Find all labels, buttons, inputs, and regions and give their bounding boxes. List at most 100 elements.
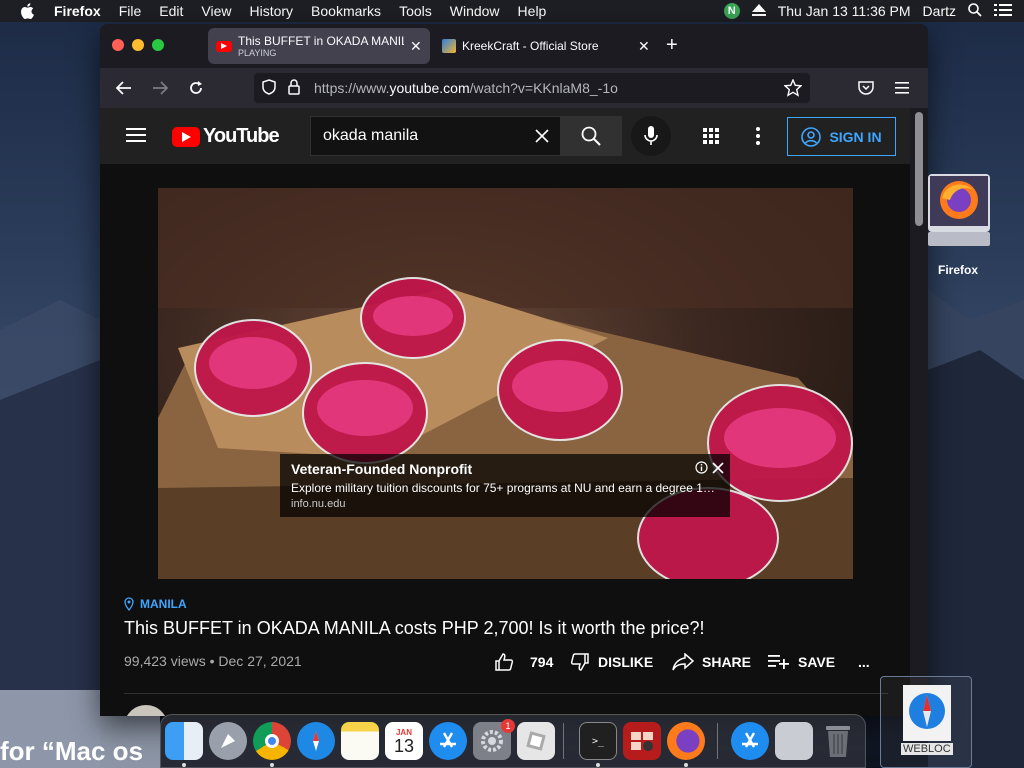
youtube-logo[interactable]: YouTube <box>172 125 280 148</box>
tab-kreekcraft[interactable]: KreekCraft - Official Store ✕ <box>432 28 654 64</box>
dislike-button[interactable]: DISLIKE <box>570 648 653 676</box>
firefox-running-dot <box>684 763 688 767</box>
share-arrow-icon <box>672 653 694 671</box>
safari-icon[interactable] <box>297 722 335 760</box>
pocket-icon[interactable] <box>856 78 876 98</box>
apple-menu-icon[interactable] <box>20 3 40 19</box>
voice-search-button[interactable] <box>631 116 671 156</box>
menu-file[interactable]: File <box>119 3 142 19</box>
youtube-favicon-icon <box>216 40 232 52</box>
upload-date: Dec 27, 2021 <box>218 653 302 669</box>
location-tag-label: MANILA <box>140 597 187 611</box>
search-input[interactable]: okada manila <box>310 116 560 156</box>
tab-youtube[interactable]: This BUFFET in OKADA MANILA PLAYING ✕ <box>208 28 430 64</box>
app-menu-icon[interactable] <box>892 78 912 98</box>
thumbs-up-icon <box>495 653 514 671</box>
tab-close-icon[interactable]: ✕ <box>638 38 650 55</box>
lock-icon[interactable] <box>288 78 300 98</box>
location-pin-icon <box>124 597 134 611</box>
more-actions-button[interactable]: ... <box>858 648 870 676</box>
thumbs-down-icon <box>570 653 589 671</box>
photo-booth-icon[interactable] <box>623 722 661 760</box>
close-window-button[interactable] <box>112 39 124 51</box>
menu-app-name[interactable]: Firefox <box>54 3 101 19</box>
menu-view[interactable]: View <box>201 3 231 19</box>
status-app-icon[interactable]: N <box>723 3 740 19</box>
clock[interactable]: Thu Jan 13 11:36 PM <box>778 3 911 19</box>
share-button[interactable]: SHARE <box>672 648 751 676</box>
firefox-desktop-icon[interactable] <box>926 172 990 253</box>
webloc-file-icon[interactable]: WEBLOC <box>880 676 972 768</box>
guide-menu-icon[interactable] <box>126 127 146 148</box>
ad-description[interactable]: Explore military tuition discounts for 7… <box>291 481 721 495</box>
finder-running-dot <box>182 763 186 767</box>
menu-bookmarks[interactable]: Bookmarks <box>311 3 381 19</box>
ad-url[interactable]: info.nu.edu <box>291 498 719 510</box>
url-text[interactable]: https://www.youtube.com/watch?v=KKnlaM8_… <box>314 80 618 96</box>
minimize-window-button[interactable] <box>132 39 144 51</box>
save-button[interactable]: SAVE <box>768 648 835 676</box>
sign-in-label: SIGN IN <box>829 128 882 145</box>
forward-button[interactable] <box>150 78 170 98</box>
menu-edit[interactable]: Edit <box>159 3 183 19</box>
user-name[interactable]: Dartz <box>923 3 956 19</box>
control-center-icon[interactable] <box>994 3 1012 20</box>
divider <box>124 693 888 694</box>
location-tag[interactable]: MANILA <box>124 597 187 611</box>
ad-overlay[interactable]: Veteran-Founded Nonprofit Explore milita… <box>280 454 730 517</box>
more-actions-label: ... <box>858 654 870 670</box>
app-store-downloads-icon[interactable] <box>731 722 769 760</box>
system-preferences-badge: 1 <box>501 719 515 733</box>
youtube-header: YouTube okada manila SIGN IN <box>100 108 910 164</box>
like-button[interactable]: 794 <box>494 648 553 676</box>
menu-history[interactable]: History <box>249 3 293 19</box>
bookmark-star-icon[interactable] <box>783 78 803 100</box>
scrollbar-thumb[interactable] <box>915 112 923 226</box>
firefox-dock-icon[interactable] <box>667 722 705 760</box>
zoom-window-button[interactable] <box>152 39 164 51</box>
settings-more-icon[interactable] <box>756 127 760 150</box>
new-tab-button[interactable]: + <box>666 34 678 57</box>
partial-desktop-text: for “Mac os <box>0 736 144 766</box>
video-player[interactable]: Veteran-Founded Nonprofit Explore milita… <box>158 188 853 579</box>
sign-in-button[interactable]: SIGN IN <box>787 117 896 156</box>
finder-icon[interactable] <box>165 722 203 760</box>
dock: JAN 13 1 >_ <box>160 714 866 768</box>
search-icon <box>581 126 601 146</box>
menu-help[interactable]: Help <box>518 3 547 19</box>
menu-window[interactable]: Window <box>450 3 500 19</box>
url-host: youtube.com <box>389 80 470 96</box>
notes-icon[interactable] <box>341 722 379 760</box>
roblox-icon[interactable] <box>517 722 555 760</box>
back-button[interactable] <box>114 78 134 98</box>
firefox-desktop-label: Firefox <box>937 263 978 277</box>
tracking-protection-shield-icon[interactable] <box>262 78 276 98</box>
clear-search-icon[interactable] <box>534 128 550 149</box>
ad-close-icon[interactable] <box>712 461 724 479</box>
launchpad-icon[interactable] <box>209 722 247 760</box>
chrome-icon[interactable] <box>253 722 291 760</box>
ad-info-icon[interactable] <box>695 461 708 479</box>
search-button[interactable] <box>560 116 622 156</box>
tab-close-icon[interactable]: ✕ <box>410 38 422 55</box>
ad-title[interactable]: Veteran-Founded Nonprofit <box>291 461 719 477</box>
video-frame-image <box>158 188 853 579</box>
reload-button[interactable] <box>186 78 206 98</box>
menu-tools[interactable]: Tools <box>399 3 432 19</box>
apps-grid-icon[interactable] <box>703 128 719 149</box>
save-label: SAVE <box>798 654 836 670</box>
calendar-icon[interactable]: JAN 13 <box>385 722 423 760</box>
trash-icon[interactable] <box>819 722 857 760</box>
channel-avatar[interactable] <box>124 705 168 716</box>
search-query: okada manila <box>323 127 419 144</box>
app-store-icon[interactable] <box>429 722 467 760</box>
spotlight-search-icon[interactable] <box>968 2 982 20</box>
tab-strip: This BUFFET in OKADA MANILA PLAYING ✕ Kr… <box>100 24 928 68</box>
eject-icon[interactable] <box>751 3 766 19</box>
dock-separator <box>563 723 564 759</box>
terminal-icon[interactable]: >_ <box>579 722 617 760</box>
downloads-stack-icon[interactable] <box>775 722 813 760</box>
address-bar[interactable]: https://www.youtube.com/watch?v=KKnlaM8_… <box>254 73 810 103</box>
dock-separator <box>717 723 718 759</box>
tab-playing-label: PLAYING <box>238 48 277 58</box>
